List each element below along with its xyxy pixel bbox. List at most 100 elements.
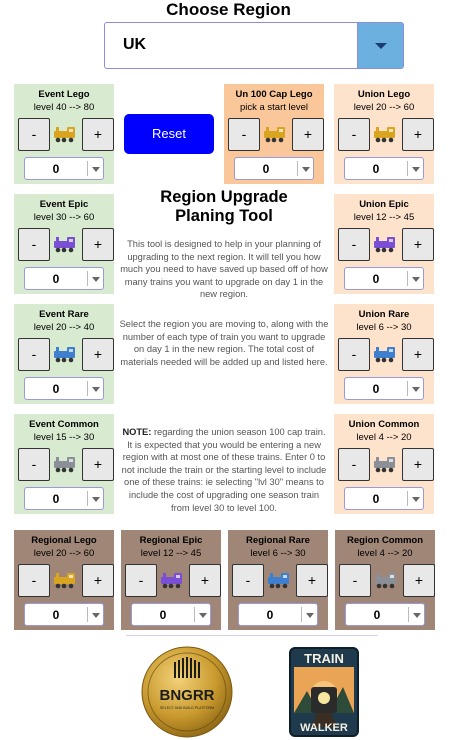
quantity-select[interactable]: 0 bbox=[344, 267, 424, 290]
decrement-button[interactable]: - bbox=[338, 228, 370, 261]
quantity-select[interactable]: 0 bbox=[24, 377, 104, 400]
gold-train-icon bbox=[264, 127, 285, 143]
card-event-lego: Event Lego level 40 --> 80 - +0 bbox=[14, 84, 114, 184]
quantity-value: 0 bbox=[52, 272, 60, 286]
chevron-down-icon[interactable] bbox=[412, 167, 420, 172]
card-event-rare: Event Rare level 20 --> 40 - +0 bbox=[14, 304, 114, 404]
quantity-select[interactable]: 0 bbox=[24, 157, 104, 180]
card-level-range: level 40 --> 80 bbox=[33, 102, 95, 113]
purple-train-icon bbox=[374, 237, 395, 253]
card-title: Event Lego bbox=[38, 89, 90, 100]
quantity-select[interactable]: 0 bbox=[24, 487, 104, 510]
increment-button[interactable]: + bbox=[292, 118, 324, 151]
select-divider bbox=[87, 607, 88, 622]
card-level-range: level 6 --> 30 bbox=[250, 548, 306, 559]
chevron-down-icon[interactable] bbox=[92, 387, 100, 392]
card-level-range: level 12 --> 45 bbox=[140, 548, 202, 559]
increment-button[interactable]: + bbox=[402, 338, 434, 371]
reset-button[interactable]: Reset bbox=[124, 114, 214, 154]
card-title: Regional Lego bbox=[31, 535, 97, 546]
chevron-down-icon[interactable] bbox=[92, 277, 100, 282]
decrement-button[interactable]: - bbox=[228, 118, 260, 151]
increment-button[interactable]: + bbox=[82, 228, 114, 261]
purple-train-icon bbox=[54, 237, 75, 253]
card-level-range: level 20 --> 60 bbox=[353, 102, 415, 113]
increment-button[interactable]: + bbox=[402, 118, 434, 151]
card-level-range: level 20 --> 60 bbox=[33, 548, 95, 559]
card-union-epic: Union Epic level 12 --> 45 - +0 bbox=[334, 194, 434, 294]
chevron-down-icon[interactable] bbox=[302, 167, 310, 172]
quantity-select[interactable]: 0 bbox=[344, 377, 424, 400]
dropdown-arrow-icon[interactable] bbox=[357, 23, 403, 68]
increment-button[interactable]: + bbox=[189, 564, 221, 597]
quantity-value: 0 bbox=[266, 608, 274, 622]
increment-button[interactable]: + bbox=[82, 338, 114, 371]
decrement-button[interactable]: - bbox=[18, 448, 50, 481]
card-level-range: level 15 --> 30 bbox=[33, 432, 95, 443]
select-divider bbox=[407, 161, 408, 176]
quantity-value: 0 bbox=[372, 162, 380, 176]
quantity-select[interactable]: 0 bbox=[234, 157, 314, 180]
region-dropdown[interactable]: UK bbox=[104, 22, 404, 69]
decrement-button[interactable]: - bbox=[18, 338, 50, 371]
decrement-button[interactable]: - bbox=[338, 118, 370, 151]
decrement-button[interactable]: - bbox=[339, 564, 371, 597]
increment-button[interactable]: + bbox=[82, 448, 114, 481]
chevron-down-icon[interactable] bbox=[92, 167, 100, 172]
blue-train-icon bbox=[268, 573, 289, 589]
chevron-down-icon[interactable] bbox=[412, 277, 420, 282]
card-event-common: Event Common level 15 --> 30 - +0 bbox=[14, 414, 114, 514]
card-title: Region Common bbox=[347, 535, 423, 546]
quantity-select[interactable]: 0 bbox=[344, 487, 424, 510]
increment-button[interactable]: + bbox=[82, 564, 114, 597]
decrement-button[interactable]: - bbox=[232, 564, 264, 597]
card-title: Regional Epic bbox=[139, 535, 203, 546]
card-union-common: Union Common level 4 --> 20 - +0 bbox=[334, 414, 434, 514]
tool-note: NOTE: regarding the union season 100 cap… bbox=[119, 426, 329, 514]
card-title: Union Lego bbox=[357, 89, 411, 100]
select-divider bbox=[87, 161, 88, 176]
quantity-select[interactable]: 0 bbox=[238, 603, 318, 626]
increment-button[interactable]: + bbox=[296, 564, 328, 597]
quantity-value: 0 bbox=[372, 382, 380, 396]
card-union-rare: Union Rare level 6 --> 30 - +0 bbox=[334, 304, 434, 404]
tool-title-line1: Region Upgrade bbox=[160, 188, 288, 206]
decrement-button[interactable]: - bbox=[338, 448, 370, 481]
increment-button[interactable]: + bbox=[402, 228, 434, 261]
increment-button[interactable]: + bbox=[82, 118, 114, 151]
quantity-select[interactable]: 0 bbox=[24, 267, 104, 290]
quantity-value: 0 bbox=[52, 608, 60, 622]
increment-button[interactable]: + bbox=[402, 448, 434, 481]
quantity-select[interactable]: 0 bbox=[131, 603, 211, 626]
quantity-select[interactable]: 0 bbox=[345, 603, 425, 626]
increment-button[interactable]: + bbox=[403, 564, 435, 597]
chevron-down-icon[interactable] bbox=[92, 613, 100, 618]
grey-train-icon bbox=[375, 573, 396, 589]
decrement-button[interactable]: - bbox=[338, 338, 370, 371]
divider bbox=[126, 635, 378, 636]
decrement-button[interactable]: - bbox=[18, 228, 50, 261]
card-title: Event Common bbox=[29, 419, 99, 430]
quantity-value: 0 bbox=[373, 608, 381, 622]
quantity-value: 0 bbox=[372, 492, 380, 506]
chevron-down-icon[interactable] bbox=[92, 497, 100, 502]
train-walker-logo: TRAIN WALKER bbox=[289, 647, 359, 737]
select-divider bbox=[87, 381, 88, 396]
quantity-value: 0 bbox=[52, 382, 60, 396]
chevron-down-icon[interactable] bbox=[199, 613, 207, 618]
chevron-down-icon[interactable] bbox=[412, 387, 420, 392]
decrement-button[interactable]: - bbox=[18, 564, 50, 597]
quantity-value: 0 bbox=[159, 608, 167, 622]
page-title: Choose Region bbox=[166, 0, 291, 19]
decrement-button[interactable]: - bbox=[125, 564, 157, 597]
tool-description: This tool is designed to help in your pl… bbox=[120, 239, 328, 300]
quantity-value: 0 bbox=[372, 272, 380, 286]
chevron-down-icon[interactable] bbox=[412, 497, 420, 502]
chevron-down-icon[interactable] bbox=[306, 613, 314, 618]
train-walker-bottom-text: WALKER bbox=[300, 722, 348, 734]
quantity-select[interactable]: 0 bbox=[24, 603, 104, 626]
decrement-button[interactable]: - bbox=[18, 118, 50, 151]
blue-train-icon bbox=[374, 347, 395, 363]
chevron-down-icon[interactable] bbox=[413, 613, 421, 618]
quantity-select[interactable]: 0 bbox=[344, 157, 424, 180]
